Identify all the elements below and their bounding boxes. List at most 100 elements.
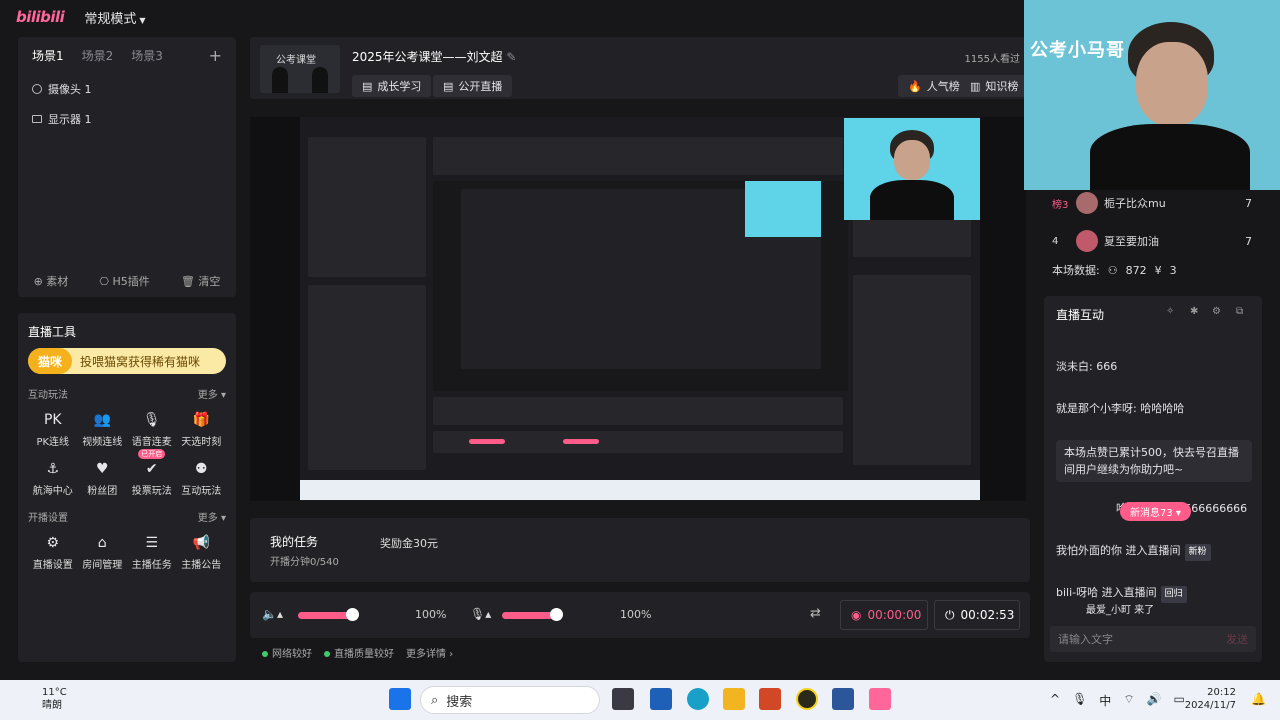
tab-scene-3[interactable]: 场景3 — [131, 47, 163, 64]
new-messages-button[interactable]: 新消息73 ▾ — [1120, 502, 1191, 521]
broom-icon[interactable]: ✧ — [1166, 306, 1178, 318]
edge-icon[interactable] — [687, 688, 709, 710]
notification-bell-icon[interactable]: 🔔 — [1251, 692, 1266, 706]
rank-number: 榜3 — [1052, 199, 1069, 211]
public-live-label: 公开直播 — [458, 80, 503, 93]
tool-settings[interactable]: ⚙ 直播设置 — [28, 534, 78, 571]
tool-pk[interactable]: PK PK连线 — [28, 411, 78, 448]
tool-interact[interactable]: ⚉ 互动玩法 — [177, 460, 227, 497]
speaker-icon[interactable]: 🔈▴ — [262, 607, 283, 621]
weather-widget[interactable]: 11°C 晴朗 — [18, 686, 67, 712]
add-scene-icon[interactable]: + — [209, 46, 222, 65]
effects-icon[interactable]: ✱ — [1190, 306, 1202, 318]
mixer-icon[interactable]: ⇄ — [810, 606, 821, 621]
knowledge-rank-button[interactable]: ▥ 知识榜 — [960, 75, 1029, 97]
wifi-icon[interactable]: ⌔ — [1123, 692, 1134, 709]
rank-name: 夏至要加油 — [1104, 235, 1159, 248]
rank-row[interactable]: 4 夏至要加油 7 — [1052, 230, 1262, 252]
tool-fans[interactable]: ♥ 粉丝团 — [78, 460, 128, 497]
tool-announce[interactable]: 📢 主播公告 — [177, 534, 227, 571]
room-cover[interactable]: 公考课堂 — [260, 45, 340, 93]
growth-button[interactable]: ▤ 成长学习 — [352, 75, 432, 97]
more-details-link[interactable]: 更多详情 › — [406, 645, 453, 660]
mic-percent: 100% — [620, 608, 652, 621]
knowledge-label: 知识榜 — [985, 80, 1019, 93]
audio-bar: 🔈▴ 100% 🎙▴ 100% ⇄ ◉ 00:00:00 ⏻ 00:02:53 — [250, 592, 1030, 638]
banner-text: 投喂猫窝获得稀有猫咪 — [80, 354, 201, 369]
windows-taskbar: 11°C 晴朗 ⌕ 搜索 ^ 🎙 中 ⌔ 🔊 ▭ 20:12 2024/11/7… — [0, 680, 1280, 720]
room-title[interactable]: 2025年公考课堂——刘文超 ✎ — [352, 48, 516, 65]
scene-panel: 场景1 场景2 场景3 + 摄像头 1 显示器 1 ⊕ 素材 ⎔ H5插件 🗑 … — [18, 37, 236, 297]
tool-label: 直播设置 — [32, 560, 73, 571]
chevron-up-icon[interactable]: ^ — [1050, 692, 1060, 709]
tool-label: 视频连线 — [82, 437, 123, 448]
nested-scene-panel — [308, 137, 426, 277]
powerpoint-icon[interactable] — [759, 688, 781, 710]
yen-icon: ¥ — [1154, 263, 1162, 277]
material-label: 素材 — [46, 275, 69, 288]
nested-slider — [563, 439, 599, 444]
flame-icon: 🔥 — [908, 79, 922, 93]
slider-knob[interactable] — [550, 608, 563, 621]
volume-icon[interactable]: 🔊 — [1147, 692, 1162, 709]
tool-task[interactable]: ☰ 主播任务 — [127, 534, 177, 571]
h5-plugin-button[interactable]: ⎔ H5插件 — [99, 273, 149, 289]
status-bar: 网络较好 直播质量较好 更多详情 › — [250, 640, 1030, 664]
quality-text: 直播质量较好 — [334, 648, 394, 660]
tool-gift[interactable]: 🎁 天选时刻 — [177, 411, 227, 448]
slider-knob[interactable] — [346, 608, 359, 621]
word-icon[interactable] — [832, 688, 854, 710]
send-button[interactable]: 发送 — [1226, 631, 1248, 647]
tool-vote[interactable]: ✔ 投票玩法 — [127, 460, 177, 497]
popularity-rank-button[interactable]: 🔥 人气榜 — [898, 75, 970, 97]
tool-home[interactable]: ⌂ 房间管理 — [78, 534, 128, 571]
rank-count: 7 — [1245, 196, 1252, 210]
tool-mic[interactable]: 🎙 语音连麦 已开启 — [127, 411, 177, 459]
nested-webcam — [745, 181, 821, 237]
mic-volume-slider[interactable] — [502, 608, 564, 622]
live-timer[interactable]: ⏻ 00:02:53 — [934, 600, 1020, 630]
public-live-button[interactable]: ▤ 公开直播 — [433, 75, 513, 97]
search-icon: ⌕ — [431, 692, 439, 708]
source-display[interactable]: 显示器 1 — [18, 104, 236, 134]
interact-more-link[interactable]: 更多 ▾ — [198, 386, 226, 401]
return-badge: 回归 — [1160, 586, 1187, 603]
tool-label: 天选时刻 — [181, 437, 222, 448]
announce-icon: 📢 — [192, 535, 210, 551]
source-camera[interactable]: 摄像头 1 — [18, 74, 236, 104]
bilibili-live-icon[interactable] — [869, 688, 891, 710]
battery-icon[interactable]: ▭ — [1174, 692, 1185, 709]
mic-icon[interactable]: 🎙▴ — [470, 607, 491, 621]
enter-message: 我怕外面的你 进入直播间 新粉 — [1056, 542, 1252, 561]
app-icon[interactable] — [796, 688, 818, 710]
chat-input[interactable]: 请输入文字 发送 — [1050, 626, 1256, 652]
taskbar-clock[interactable]: 20:12 2024/11/7 — [1185, 686, 1236, 712]
material-button[interactable]: ⊕ 素材 — [34, 273, 69, 289]
taskbar-search[interactable]: ⌕ 搜索 — [420, 686, 600, 714]
nested-preview — [433, 181, 848, 391]
tool-users[interactable]: 👥 视频连线 — [78, 411, 128, 448]
stream-preview[interactable] — [250, 117, 1026, 501]
folder-icon[interactable] — [723, 688, 745, 710]
ime-indicator[interactable]: 中 — [1099, 692, 1111, 709]
windows-start-icon[interactable] — [389, 688, 411, 710]
clear-button[interactable]: 🗑 清空 — [181, 273, 220, 289]
tab-scene-1[interactable]: 场景1 — [32, 47, 64, 64]
details-text: 更多详情 — [406, 648, 446, 660]
task-view-icon[interactable] — [612, 688, 634, 710]
store-icon[interactable] — [650, 688, 672, 710]
speaker-volume-slider[interactable] — [298, 608, 360, 622]
cover-person — [312, 67, 328, 93]
tab-scene-2[interactable]: 场景2 — [82, 47, 114, 64]
tool-ship[interactable]: ⚓ 航海中心 — [28, 460, 78, 497]
mic-tray-icon[interactable]: 🎙 — [1072, 692, 1087, 709]
cat-banner[interactable]: 猫咪 投喂猫窝获得稀有猫咪 — [28, 348, 226, 374]
top-bar: bilibili 常规模式 ▼ — [0, 0, 1024, 34]
rank-row[interactable]: 榜3 栀子比众mu 7 — [1052, 192, 1262, 214]
gear-icon[interactable]: ⚙ — [1212, 306, 1224, 318]
popout-icon[interactable]: ⧉ — [1236, 306, 1248, 318]
broadcast-more-link[interactable]: 更多 ▾ — [198, 509, 226, 524]
record-timer-button[interactable]: ◉ 00:00:00 — [840, 600, 928, 630]
mode-dropdown[interactable]: 常规模式 ▼ — [84, 8, 145, 27]
edit-icon[interactable]: ✎ — [506, 50, 516, 64]
